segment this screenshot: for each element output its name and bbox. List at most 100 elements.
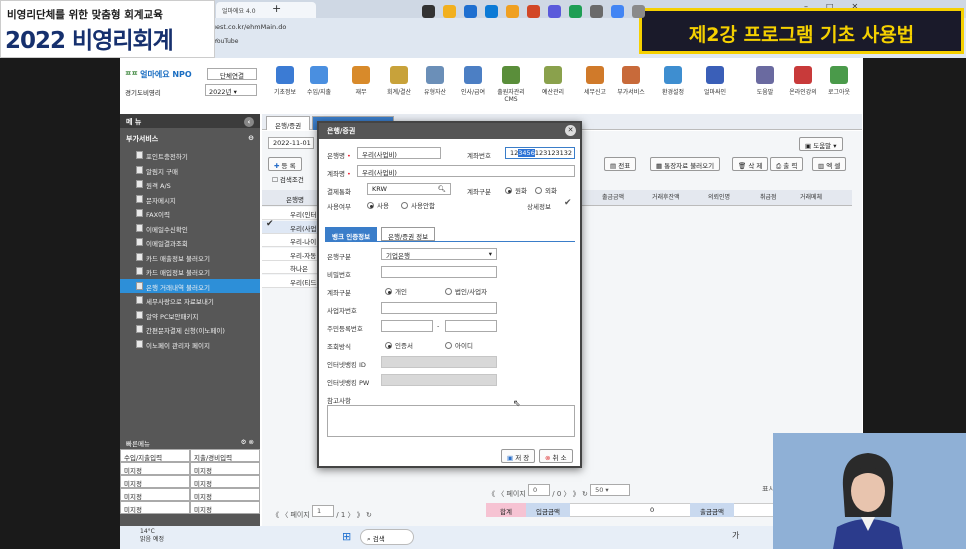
toolbar-item-12[interactable]: 도움말	[748, 64, 782, 108]
bank-type-select[interactable]: 기업은행 ▾	[381, 248, 497, 260]
action-button-0[interactable]: ▤ 전표	[604, 157, 637, 171]
favorite-cell[interactable]: 미지정	[190, 501, 260, 514]
action-button-1[interactable]: ▦ 통장자료 불러오기	[650, 157, 721, 171]
ib-id-field[interactable]	[381, 356, 497, 368]
account-number-field[interactable]: 123456123123132	[505, 147, 575, 159]
action-button-4[interactable]: ▥ 엑 셀	[812, 157, 847, 171]
favorite-cell[interactable]: 미지정	[190, 462, 260, 475]
ib-pw-field[interactable]	[381, 374, 497, 386]
list-item[interactable]: 하나은	[262, 261, 320, 274]
pager-right-input[interactable]: 0	[528, 484, 551, 496]
note-field[interactable]	[327, 405, 575, 437]
toolbar-item-13[interactable]: 온라인강의	[786, 64, 820, 108]
toolbar-item-1[interactable]: 수입/지출	[302, 64, 336, 108]
favorite-cell[interactable]: 수입/지출입력	[120, 449, 190, 462]
date-input[interactable]: 2022-11-01	[268, 137, 314, 149]
taskbar-app-icon[interactable]	[569, 5, 582, 18]
browser-tab[interactable]: 얼마에요 4.0	[216, 2, 316, 18]
pager-right[interactable]: 《 〈 페이지 0 / 0 〉 》 ↻ 50 ▾	[488, 484, 631, 499]
taskbar-search[interactable]: ⌕ 검색	[360, 529, 414, 545]
per-page-select[interactable]: 50 ▾	[590, 484, 631, 496]
toolbar-item-7[interactable]: 예산관리	[536, 64, 570, 108]
biz-number-field[interactable]	[381, 302, 497, 314]
password-field[interactable]	[381, 266, 497, 278]
list-item[interactable]: 우리-나이	[262, 234, 320, 247]
account-name-field[interactable]: 우리(사업비)	[357, 165, 575, 177]
checkmark-icon[interactable]: ✔	[266, 219, 274, 229]
toolbar-item-10[interactable]: 환경설정	[656, 64, 690, 108]
radio-foreign[interactable]: 외화	[535, 185, 557, 195]
taskbar-app-icon[interactable]	[506, 5, 519, 18]
favorite-cell[interactable]: 미지정	[190, 475, 260, 488]
taskbar-app-icon[interactable]	[611, 5, 624, 18]
sidebar-item[interactable]: 카드 매출정보 불러오기	[120, 250, 260, 265]
toolbar-item-4[interactable]: 유형자산	[418, 64, 452, 108]
bank-name-field[interactable]: 우리(사업비)	[357, 147, 441, 159]
favorite-cell[interactable]: 미지정	[120, 501, 190, 514]
org-connect-button[interactable]: 단체연결	[207, 68, 257, 80]
taskbar-app-icon[interactable]	[443, 5, 456, 18]
sidebar-item[interactable]: FAX이력	[120, 206, 260, 221]
taskbar-app-icon[interactable]	[632, 5, 645, 18]
taskbar-app-icon[interactable]	[422, 5, 435, 18]
sidebar-item[interactable]: 포인트충전하기	[120, 148, 260, 163]
toolbar-item-2[interactable]: 재무	[344, 64, 378, 108]
resident-number-front[interactable]	[381, 320, 433, 332]
sidebar-item[interactable]: 이메일결과조회	[120, 235, 260, 250]
minus-icon[interactable]: ⊖	[248, 134, 254, 142]
radio-use[interactable]: 사용	[367, 200, 389, 210]
sidebar-item[interactable]: 문자메시지	[120, 192, 260, 207]
pager-left-input[interactable]: 1	[312, 505, 335, 517]
ime-indicator[interactable]: 가	[732, 530, 739, 541]
favorite-cell[interactable]: 미지정	[190, 488, 260, 501]
search-condition-toggle[interactable]: ☐ 검색조건	[272, 174, 304, 184]
help-select[interactable]: ▣ 도움말 ▾	[799, 137, 843, 151]
currency-field[interactable]: KRW 🔍︎	[367, 183, 451, 195]
sidebar-item[interactable]: 세무사랑으로 자료보내기	[120, 293, 260, 308]
sidebar-section-title[interactable]: 부가서비스 ⊖	[120, 128, 260, 148]
radio-certificate[interactable]: 인증서	[385, 340, 413, 350]
action-button-3[interactable]: ⎙ 출 력	[770, 157, 804, 171]
sidebar-item[interactable]: 이메일수신확인	[120, 221, 260, 236]
resident-number-back[interactable]	[445, 320, 497, 332]
favorite-cell[interactable]: 지출/경비입력	[190, 449, 260, 462]
collapse-icon[interactable]: ‹	[244, 117, 254, 127]
toolbar-item-11[interactable]: 얼마싸인	[698, 64, 732, 108]
radio-personal[interactable]: 개인	[385, 286, 407, 296]
toolbar-item-6[interactable]: 출원자관리 CMS	[494, 64, 528, 108]
toolbar-item-5[interactable]: 인사/급여	[456, 64, 490, 108]
toolbar-item-9[interactable]: 부가서비스	[614, 64, 648, 108]
year-select[interactable]: 2022년 ▾	[205, 84, 257, 96]
start-icon[interactable]: ⊞	[342, 530, 356, 544]
toolbar-item-0[interactable]: 기초정보	[268, 64, 302, 108]
search-icon[interactable]: 🔍︎	[438, 185, 446, 193]
list-item[interactable]: 우리-자동	[262, 247, 320, 261]
sidebar-item[interactable]: 카드 매입정보 불러오기	[120, 264, 260, 279]
save-button[interactable]: ▣ 저 장	[501, 449, 536, 463]
add-button[interactable]: ✚ 등 록	[268, 157, 302, 171]
toolbar-item-3[interactable]: 회계/결산	[382, 64, 416, 108]
favorite-cell[interactable]: 미지정	[120, 488, 190, 501]
tab-bank[interactable]: 은행/증권	[266, 116, 311, 130]
favorite-cell[interactable]: 미지정	[120, 475, 190, 488]
radio-won[interactable]: 원화	[505, 185, 527, 195]
sidebar-item[interactable]: 은행 거래내역 불러오기	[120, 278, 260, 293]
sidebar-item[interactable]: 원격 A/S	[120, 177, 260, 192]
close-icon[interactable]: ✕	[565, 125, 576, 136]
radio-id[interactable]: 아이디	[445, 340, 473, 350]
action-button-2[interactable]: 🗑︎ 삭 제	[732, 157, 769, 171]
taskbar-app-icon[interactable]	[485, 5, 498, 18]
tab-bank-info[interactable]: 은행/증권 정보	[381, 227, 436, 241]
radio-corporate[interactable]: 법인/사업자	[445, 286, 487, 296]
sidebar-item[interactable]: 알약 PC보안패키지	[120, 308, 260, 323]
radio-unuse[interactable]: 사용안함	[401, 200, 435, 210]
taskbar-app-icon[interactable]	[590, 5, 603, 18]
new-tab-button[interactable]: +	[272, 2, 281, 15]
pager-left[interactable]: 《 〈 페이지 1 / 1 〉 》 ↻	[272, 505, 372, 520]
address-bar[interactable]: iquest.co.kr/ehmMain.do	[200, 20, 640, 34]
detail-checkbox[interactable]: ✔	[564, 198, 572, 208]
toolbar-item-14[interactable]: 로그아웃	[822, 64, 856, 108]
sidebar-item[interactable]: 간편문자결제 신청(이노페이)	[120, 322, 260, 337]
taskbar-app-icon[interactable]	[464, 5, 477, 18]
sidebar-item[interactable]: 알림지 구매	[120, 163, 260, 178]
